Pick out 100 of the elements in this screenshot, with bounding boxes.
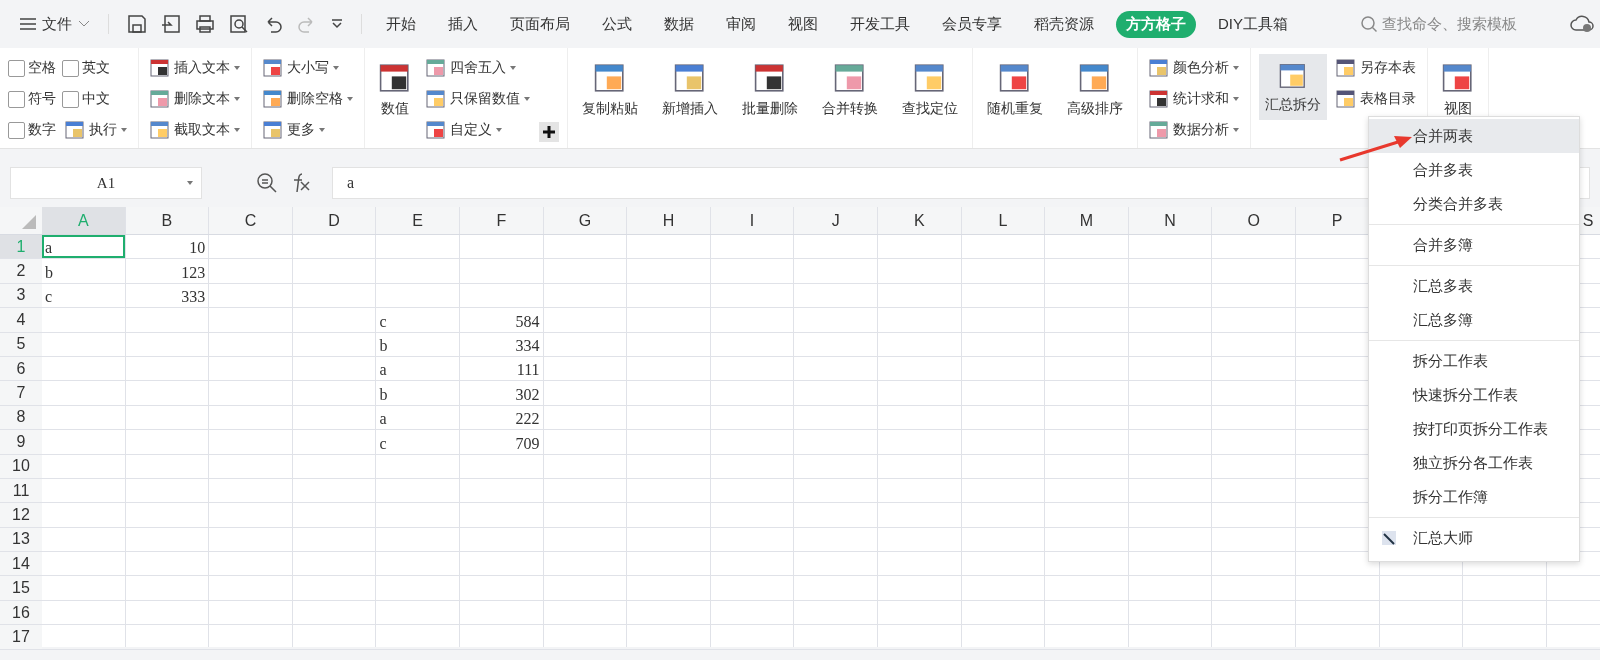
menu-item[interactable]: 汇总多簿 — [1369, 303, 1579, 337]
ribbon-tab[interactable]: 数据 — [654, 10, 704, 38]
chevron-down-icon[interactable] — [331, 19, 343, 29]
menu-item[interactable]: 按打印页拆分工作表 — [1369, 412, 1579, 446]
ribbon-button[interactable]: 汇总拆分 — [1259, 54, 1327, 120]
ribbon-button[interactable]: 颜色分析 — [1146, 54, 1242, 82]
row-header[interactable]: 12 — [0, 503, 42, 527]
row-header[interactable]: 7 — [0, 381, 42, 405]
table-cell[interactable]: 584 — [459, 308, 543, 332]
row-header[interactable]: 10 — [0, 454, 42, 478]
menu-item[interactable]: 汇总大师 — [1369, 521, 1579, 555]
ribbon-tab[interactable]: 审阅 — [716, 10, 766, 38]
table-cell[interactable]: 302 — [459, 381, 543, 405]
ribbon-tab[interactable]: DIY工具箱 — [1208, 10, 1298, 38]
checkbox[interactable]: 英文 — [62, 54, 130, 82]
cloud-icon[interactable] — [1570, 14, 1596, 34]
column-header[interactable]: J — [794, 207, 878, 234]
column-header[interactable]: H — [627, 207, 711, 234]
menu-item[interactable]: 独立拆分各工作表 — [1369, 446, 1579, 480]
column-header[interactable]: L — [961, 207, 1046, 234]
row-header[interactable]: 5 — [0, 332, 42, 356]
row-header[interactable]: 4 — [0, 308, 42, 332]
ribbon-button[interactable]: 新增插入 — [656, 54, 724, 124]
ribbon-button[interactable]: 统计求和 — [1146, 85, 1242, 113]
export-icon[interactable] — [161, 14, 181, 34]
row-header[interactable]: 14 — [0, 552, 42, 576]
ribbon-tab[interactable]: 开始 — [376, 10, 426, 38]
checkbox[interactable]: 数字 — [8, 116, 56, 144]
table-cell[interactable]: 334 — [459, 332, 543, 356]
column-header[interactable]: E — [376, 207, 460, 234]
ribbon-tab[interactable]: 公式 — [592, 10, 642, 38]
row-header[interactable]: 15 — [0, 576, 42, 600]
column-header[interactable]: F — [459, 207, 544, 234]
ribbon-button[interactable]: 复制粘贴 — [576, 54, 644, 124]
column-header[interactable]: N — [1128, 207, 1213, 234]
ribbon-button[interactable]: 大小写 — [260, 54, 356, 82]
column-header[interactable]: M — [1045, 207, 1129, 234]
ribbon-button[interactable]: 随机重复 — [981, 54, 1049, 124]
row-header[interactable]: 11 — [0, 478, 42, 503]
table-cell[interactable]: 123 — [125, 259, 209, 283]
column-header[interactable]: G — [543, 207, 628, 234]
column-header[interactable]: D — [292, 207, 377, 234]
ribbon-button[interactable]: 合并转换 — [816, 54, 884, 124]
menu-item[interactable]: 汇总多表 — [1369, 269, 1579, 303]
table-cell[interactable]: 709 — [459, 430, 543, 454]
ribbon-button[interactable]: 只保留数值 — [423, 85, 533, 113]
row-header[interactable]: 9 — [0, 430, 42, 454]
checkbox[interactable]: 中文 — [62, 85, 130, 113]
table-cell[interactable]: 111 — [459, 356, 543, 381]
checkbox[interactable]: 符号 — [8, 85, 56, 113]
table-cell[interactable]: 333 — [125, 283, 209, 308]
ribbon-button[interactable]: 截取文本 — [147, 116, 243, 144]
column-header[interactable]: K — [877, 207, 962, 234]
row-header[interactable]: 8 — [0, 405, 42, 430]
plus-icon[interactable] — [539, 122, 559, 142]
table-cell[interactable]: b — [42, 259, 125, 283]
checkbox[interactable]: 空格 — [8, 54, 56, 82]
table-cell[interactable]: a — [42, 235, 125, 259]
ribbon-button[interactable]: 高级排序 — [1061, 54, 1129, 124]
menu-item[interactable]: 快速拆分工作表 — [1369, 378, 1579, 412]
table-cell[interactable]: a — [376, 356, 459, 381]
row-header[interactable]: 2 — [0, 259, 42, 283]
ribbon-tab[interactable]: 页面布局 — [500, 10, 580, 38]
ribbon-button[interactable]: 另存本表 — [1333, 54, 1419, 82]
ribbon-button[interactable]: 自定义 — [423, 116, 533, 144]
row-header[interactable]: 16 — [0, 600, 42, 625]
file-menu[interactable]: 文件 — [12, 10, 98, 38]
column-header[interactable]: O — [1212, 207, 1296, 234]
ribbon-button[interactable]: 删除空格 — [260, 85, 356, 113]
name-box[interactable]: A1 — [10, 167, 202, 199]
table-cell[interactable]: c — [376, 430, 459, 454]
column-header[interactable]: B — [125, 207, 210, 234]
table-cell[interactable]: a — [376, 405, 459, 430]
ribbon-button[interactable]: 执行 — [62, 116, 130, 144]
column-header[interactable]: I — [710, 207, 795, 234]
zoom-icon[interactable] — [256, 172, 278, 194]
row-header[interactable]: 6 — [0, 356, 42, 381]
ribbon-tab[interactable]: 插入 — [438, 10, 488, 38]
ribbon-button[interactable]: 表格目录 — [1333, 85, 1419, 113]
table-cell[interactable]: c — [376, 308, 459, 332]
ribbon-button[interactable]: 插入文本 — [147, 54, 243, 82]
ribbon-button[interactable]: 查找定位 — [896, 54, 964, 124]
menu-item[interactable]: 合并两表 — [1369, 119, 1579, 153]
table-cell[interactable]: 10 — [125, 235, 209, 259]
ribbon-button[interactable]: 四舍五入 — [423, 54, 533, 82]
row-header[interactable]: 17 — [0, 625, 42, 649]
save-icon[interactable] — [127, 14, 147, 34]
ribbon-button[interactable]: 更多 — [260, 116, 356, 144]
ribbon-button[interactable]: 数值 — [373, 54, 417, 124]
row-header[interactable]: 13 — [0, 527, 42, 552]
ribbon-tab[interactable]: 会员专享 — [932, 10, 1012, 38]
ribbon-button[interactable]: 批量删除 — [736, 54, 804, 124]
table-cell[interactable]: b — [376, 381, 459, 405]
ribbon-tab[interactable]: 视图 — [778, 10, 828, 38]
print-preview-icon[interactable] — [229, 14, 249, 34]
menu-item[interactable]: 拆分工作簿 — [1369, 480, 1579, 514]
ribbon-tab[interactable]: 稻壳资源 — [1024, 10, 1104, 38]
column-header[interactable]: C — [209, 207, 293, 234]
ribbon-tab[interactable]: 开发工具 — [840, 10, 920, 38]
row-header[interactable]: 3 — [0, 283, 42, 308]
